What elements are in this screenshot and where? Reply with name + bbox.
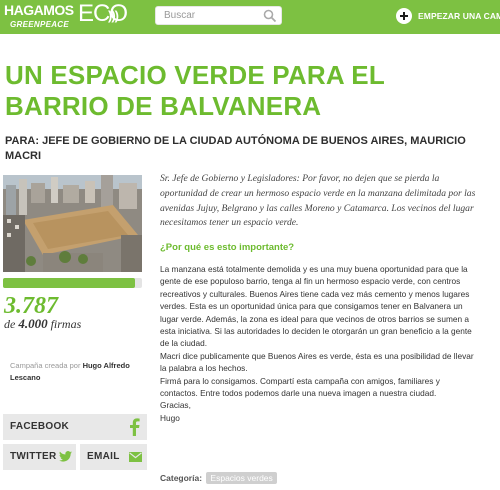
city-block-image <box>3 175 142 272</box>
campaign-recipient: PARA: JEFE DE GOBIERNO DE LA CIUDAD AUTÓ… <box>5 135 466 162</box>
category-tag[interactable]: Espacios verdes <box>206 472 277 484</box>
body-paragraph: Hugo <box>160 412 180 423</box>
facebook-label: FACEBOOK <box>10 421 70 432</box>
body-paragraph: Macri dice publicamente que Buenos Aires… <box>160 350 474 374</box>
search-box <box>155 6 282 25</box>
search-icon[interactable] <box>263 9 277 23</box>
logo-hagamos: HAGAMOS <box>4 2 74 18</box>
facebook-icon <box>130 418 140 436</box>
signature-goal: de 4.000 firmas <box>4 316 81 332</box>
campaign-lead: Sr. Jefe de Gobierno y Legisladores: Por… <box>160 173 476 229</box>
body-paragraph: Firmá para lo consigamos. Compartí esta … <box>160 375 440 399</box>
twitter-icon <box>59 451 72 462</box>
share-twitter-button[interactable]: TWITTER <box>3 444 76 470</box>
campaign-photo <box>3 175 142 272</box>
campaign-category: Categoría: Espacios verdes <box>160 472 277 484</box>
goal-number: 4.000 <box>18 316 48 331</box>
hagamos-eco-logo[interactable]: HAGAMOS GREENPEACE ECO ))) <box>4 0 154 34</box>
envelope-icon <box>129 452 142 462</box>
creator-prefix: Campaña creada por <box>10 361 81 370</box>
why-important-heading: ¿Por qué es esto importante? <box>160 242 295 253</box>
twitter-label: TWITTER <box>10 451 57 462</box>
search-input[interactable] <box>156 7 261 24</box>
category-label: Categoría: <box>160 473 203 483</box>
signature-progress-fill <box>3 278 135 288</box>
campaign-title: UN ESPACIO VERDE PARA EL BARRIO DE BALVA… <box>5 60 385 121</box>
body-paragraph: La manzana está totalmente demolida y es… <box>160 264 472 349</box>
plus-icon <box>396 8 412 24</box>
share-facebook-button[interactable]: FACEBOOK <box>3 414 147 440</box>
start-campaign-label: EMPEZAR UNA CAMP <box>418 11 500 21</box>
goal-prefix: de <box>4 317 16 331</box>
top-bar: HAGAMOS GREENPEACE ECO ))) EMPEZAR UNA C… <box>0 0 500 34</box>
signature-progress-bar <box>3 278 142 288</box>
email-label: EMAIL <box>87 451 120 462</box>
campaign-creator: Campaña creada por Hugo Alfredo Lescano <box>10 360 150 384</box>
campaign-body: La manzana está totalmente demolida y es… <box>160 263 475 424</box>
goal-suffix: firmas <box>50 317 82 331</box>
logo-greenpeace: GREENPEACE <box>10 20 70 29</box>
body-paragraph: Gracias, <box>160 400 191 411</box>
logo-waves-icon: ))) <box>108 8 119 23</box>
logo-eco: ECO <box>78 0 128 27</box>
share-email-button[interactable]: EMAIL <box>80 444 147 470</box>
